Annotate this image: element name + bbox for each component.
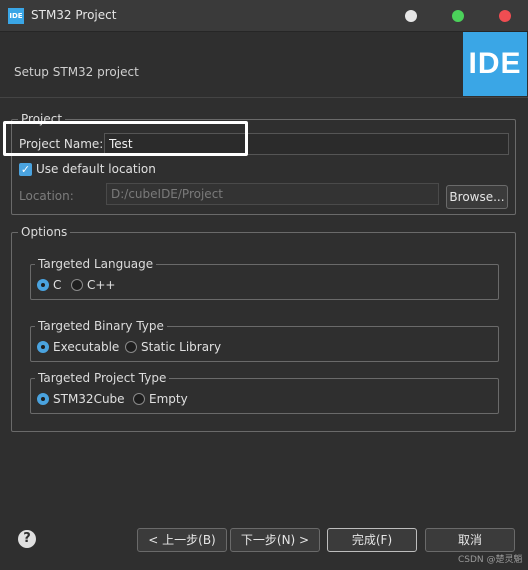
radio-binary-executable[interactable]	[37, 341, 49, 353]
targeted-binary-type-label: Targeted Binary Type	[35, 318, 167, 334]
browse-button[interactable]: Browse...	[446, 185, 508, 209]
location-label: Location:	[19, 189, 74, 203]
help-icon[interactable]: ?	[18, 530, 36, 548]
back-button[interactable]: < 上一步(B)	[137, 528, 227, 552]
project-name-label: Project Name:	[19, 137, 104, 151]
use-default-location-label[interactable]: Use default location	[36, 162, 156, 176]
wizard-header: Setup STM32 project IDE	[0, 32, 528, 98]
radio-language-cpp-label[interactable]: C++	[87, 278, 116, 292]
window-title: STM32 Project	[31, 8, 117, 22]
cancel-button[interactable]: 取消	[425, 528, 515, 552]
watermark: CSDN @楚灵魈	[458, 555, 523, 565]
wizard-title: Setup STM32 project	[14, 65, 139, 79]
options-group-label: Options	[18, 224, 71, 240]
project-name-input[interactable]	[104, 133, 509, 155]
radio-project-empty[interactable]	[133, 393, 145, 405]
project-group-label: Project	[18, 111, 66, 127]
window-maximize-button[interactable]	[452, 10, 464, 22]
location-input	[106, 183, 439, 205]
app-icon: IDE	[8, 8, 24, 24]
radio-language-c[interactable]	[37, 279, 49, 291]
targeted-project-type-label: Targeted Project Type	[35, 370, 170, 386]
window-close-button[interactable]	[499, 10, 511, 22]
radio-binary-static-library[interactable]	[125, 341, 137, 353]
radio-project-stm32cube[interactable]	[37, 393, 49, 405]
radio-language-cpp[interactable]	[71, 279, 83, 291]
radio-binary-static-library-label[interactable]: Static Library	[141, 340, 221, 354]
finish-button[interactable]: 完成(F)	[327, 528, 417, 552]
radio-language-c-label[interactable]: C	[53, 278, 61, 292]
radio-project-empty-label[interactable]: Empty	[149, 392, 188, 406]
next-button[interactable]: 下一步(N) >	[230, 528, 320, 552]
checkmark-icon[interactable]: ✓	[19, 163, 32, 176]
radio-binary-executable-label[interactable]: Executable	[53, 340, 119, 354]
window-control-white[interactable]	[405, 10, 417, 22]
title-bar: IDE STM32 Project	[0, 0, 528, 32]
ide-logo: IDE	[463, 32, 527, 96]
targeted-language-label: Targeted Language	[35, 256, 157, 272]
radio-project-stm32cube-label[interactable]: STM32Cube	[53, 392, 125, 406]
